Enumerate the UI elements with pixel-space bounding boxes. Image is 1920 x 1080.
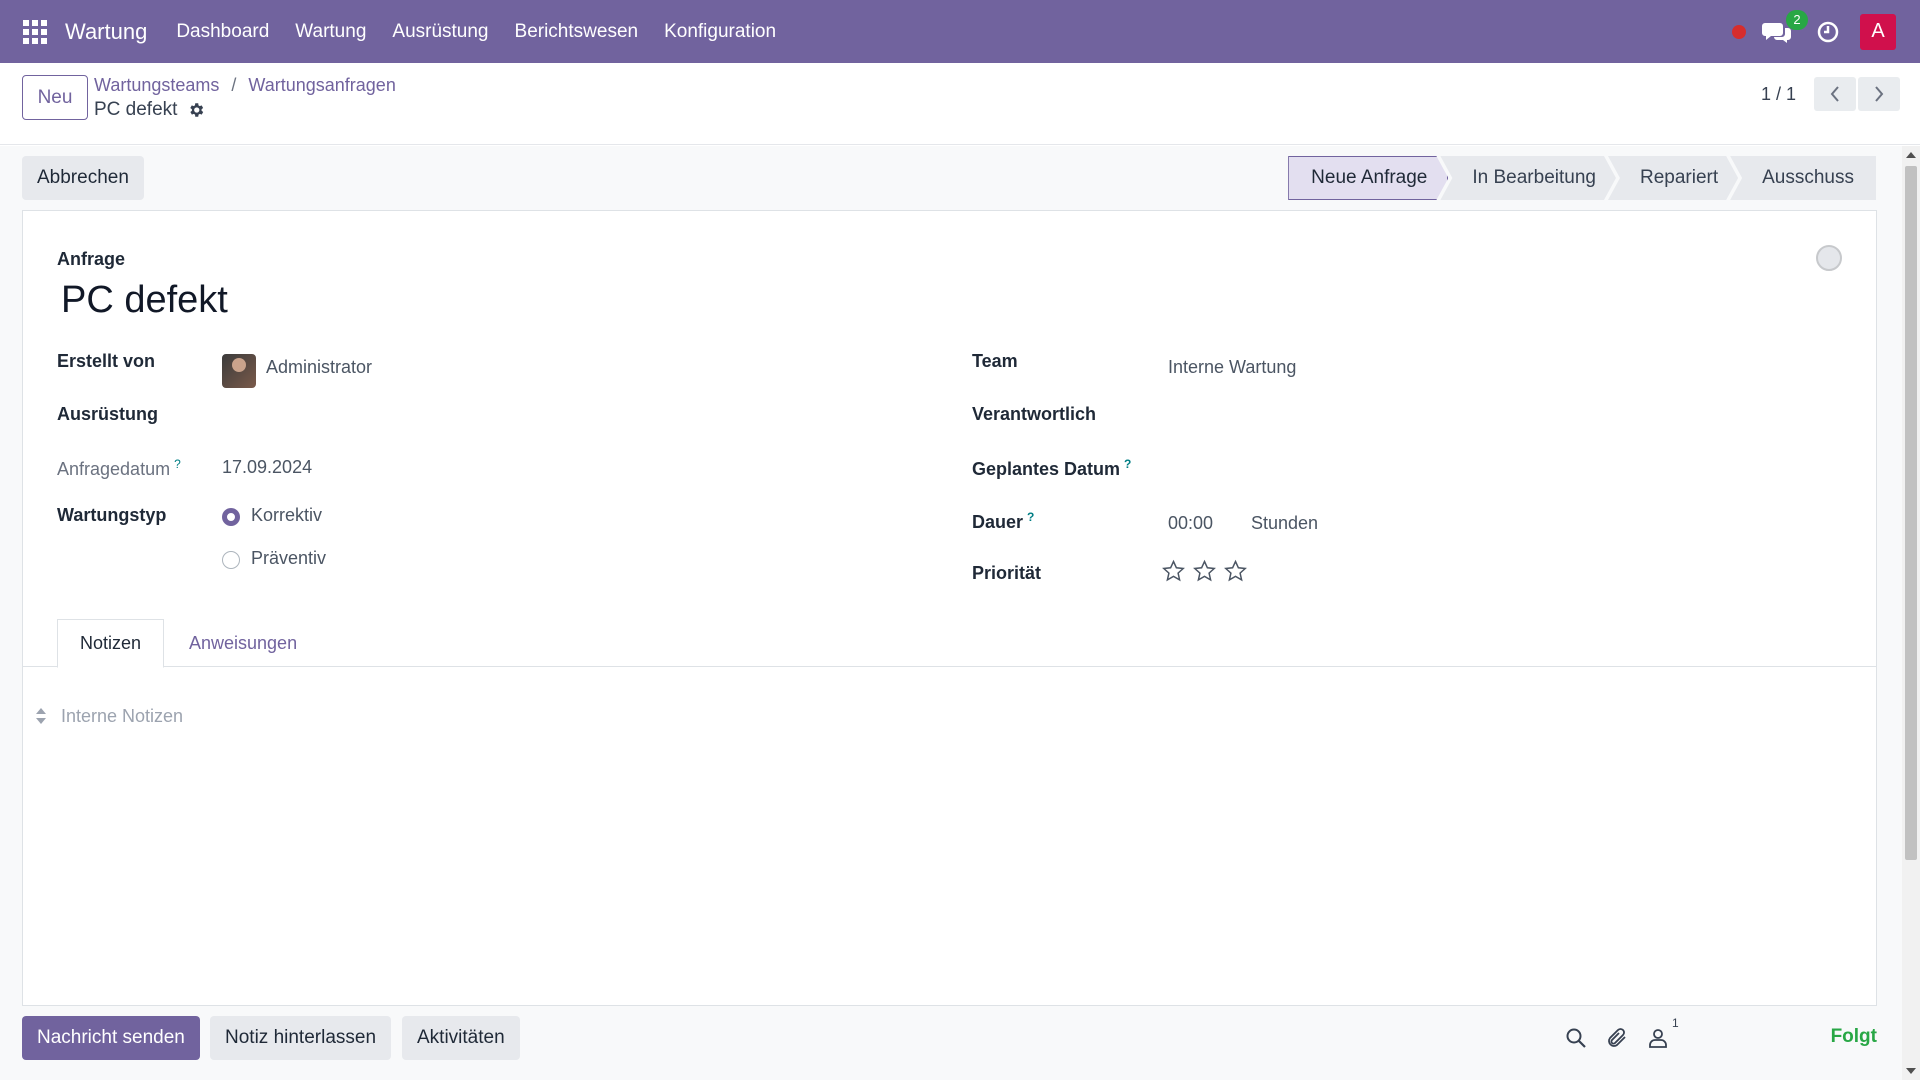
radio-corrective-label[interactable]: Korrektiv [251, 505, 322, 526]
priority-stars [1161, 559, 1254, 583]
radio-preventive-label[interactable]: Präventiv [251, 548, 326, 569]
stage-pipeline: Neue Anfrage In Bearbeitung Repariert Au… [1288, 156, 1876, 200]
scroll-down-arrow-icon[interactable] [1906, 1068, 1916, 1074]
responsible-field[interactable] [1168, 404, 1848, 428]
new-button[interactable]: Neu [22, 75, 88, 120]
star-icon[interactable] [1161, 559, 1186, 583]
scheduled-date-field[interactable] [1168, 457, 1848, 481]
radio-preventive[interactable] [222, 551, 240, 569]
form-content: Abbrechen Neue Anfrage In Bearbeitung Re… [0, 146, 1902, 1080]
search-icon[interactable] [1564, 1026, 1588, 1050]
user-avatar-image [222, 354, 256, 388]
activities-button[interactable]: Aktivitäten [402, 1016, 520, 1060]
help-tooltip-icon[interactable]: ? [174, 457, 181, 471]
activity-clock-icon[interactable] [1816, 20, 1840, 44]
messaging-icon[interactable]: 2 [1762, 9, 1808, 44]
vertical-scrollbar[interactable] [1902, 146, 1920, 1080]
breadcrumb-maintenance-teams[interactable]: Wartungsteams [94, 75, 219, 96]
send-message-button[interactable]: Nachricht senden [22, 1016, 200, 1060]
stage-in-progress[interactable]: In Bearbeitung [1440, 156, 1616, 200]
record-title: PC defekt [94, 99, 205, 121]
breadcrumb: Wartungsteams / Wartungsanfragen [94, 75, 396, 96]
request-date-field[interactable]: 17.09.2024 [222, 457, 312, 478]
radio-corrective[interactable] [222, 508, 240, 526]
help-tooltip-icon[interactable]: ? [1027, 510, 1034, 524]
request-name-field[interactable]: PC defekt [61, 279, 228, 322]
request-date-label-text: Anfragedatum [57, 459, 171, 479]
form-sheet: Anfrage PC defekt Erstellt von Administr… [22, 210, 1877, 1006]
scheduled-date-label: Geplantes Datum? [972, 457, 1131, 480]
equipment-field[interactable] [222, 404, 922, 428]
menu-item-configuration[interactable]: Konfiguration [651, 21, 789, 43]
team-label: Team [972, 351, 1018, 371]
duration-field[interactable]: 00:00 [1168, 513, 1213, 534]
scrollbar-thumb[interactable] [1905, 166, 1917, 860]
created-by-label: Erstellt von [57, 351, 156, 371]
request-date-label: Anfragedatum? [57, 457, 181, 480]
help-tooltip-icon[interactable]: ? [1124, 457, 1131, 471]
gear-icon[interactable] [187, 101, 205, 119]
breadcrumb-maintenance-requests[interactable]: Wartungsanfragen [248, 75, 395, 96]
chevron-left-icon [1830, 86, 1839, 102]
created-by-field[interactable]: Administrator [266, 357, 372, 378]
paperclip-icon[interactable] [1605, 1026, 1629, 1050]
pager: 1 / 1 [1761, 77, 1900, 111]
tab-notes[interactable]: Notizen [57, 619, 165, 668]
scroll-up-arrow-icon[interactable] [1906, 152, 1916, 158]
priority-label: Priorität [972, 563, 1042, 583]
recording-indicator-icon[interactable] [1732, 24, 1746, 39]
tab-instructions[interactable]: Anweisungen [167, 619, 319, 668]
pager-value[interactable]: 1 / 1 [1761, 84, 1796, 105]
star-icon[interactable] [1223, 559, 1248, 583]
maintenance-type-label: Wartungstyp [57, 505, 167, 525]
duration-label-text: Dauer [972, 512, 1024, 532]
menu-item-maintenance[interactable]: Wartung [282, 21, 379, 43]
menu-item-reporting[interactable]: Berichtswesen [502, 21, 652, 43]
navbar-systray: 2 A [1732, 0, 1896, 63]
follow-button[interactable]: Folgt [1831, 1026, 1877, 1048]
app-brand[interactable]: Wartung [65, 19, 147, 45]
drag-handle-icon[interactable] [35, 707, 47, 725]
stage-scrap[interactable]: Ausschuss [1730, 156, 1876, 200]
scheduled-date-label-text: Geplantes Datum [972, 459, 1121, 479]
pager-previous-button[interactable] [1814, 77, 1856, 111]
equipment-label: Ausrüstung [57, 404, 158, 424]
log-note-button[interactable]: Notiz hinterlassen [210, 1016, 392, 1060]
breadcrumb-separator: / [231, 75, 237, 95]
chevron-right-icon [1875, 86, 1884, 102]
followers-count: 1 [1672, 1016, 1679, 1030]
menu-item-equipment[interactable]: Ausrüstung [379, 21, 501, 43]
chatter-toolbar: Nachricht senden Notiz hinterlassen Akti… [22, 1016, 1877, 1062]
user-avatar[interactable]: A [1860, 13, 1896, 50]
stage-repaired[interactable]: Repariert [1608, 156, 1738, 200]
record-title-text: PC defekt [94, 99, 178, 120]
followers-icon[interactable] [1646, 1026, 1670, 1050]
app-menu-icon[interactable] [23, 19, 47, 44]
duration-unit: Stunden [1251, 513, 1319, 533]
status-bar: Abbrechen Neue Anfrage In Bearbeitung Re… [22, 156, 1876, 202]
responsible-label: Verantwortlich [972, 404, 1097, 424]
duration-label: Dauer? [972, 510, 1034, 533]
notebook-tabs: Notizen Anweisungen [23, 619, 1876, 668]
menu-item-dashboard[interactable]: Dashboard [163, 21, 282, 43]
pager-next-button[interactable] [1858, 77, 1900, 111]
messaging-badge: 2 [1786, 9, 1808, 30]
control-panel: Neu Wartungsteams / Wartungsanfragen PC … [0, 63, 1920, 145]
team-field[interactable]: Interne Wartung [1168, 357, 1296, 378]
request-label: Anfrage [57, 249, 126, 269]
stage-new-request[interactable]: Neue Anfrage [1288, 156, 1448, 200]
kanban-state-icon[interactable] [1816, 245, 1842, 271]
star-icon[interactable] [1192, 559, 1217, 583]
internal-notes-editor[interactable]: Interne Notizen [61, 706, 183, 727]
top-navbar: Wartung Dashboard Wartung Ausrüstung Ber… [0, 0, 1920, 63]
cancel-button[interactable]: Abbrechen [22, 156, 144, 200]
